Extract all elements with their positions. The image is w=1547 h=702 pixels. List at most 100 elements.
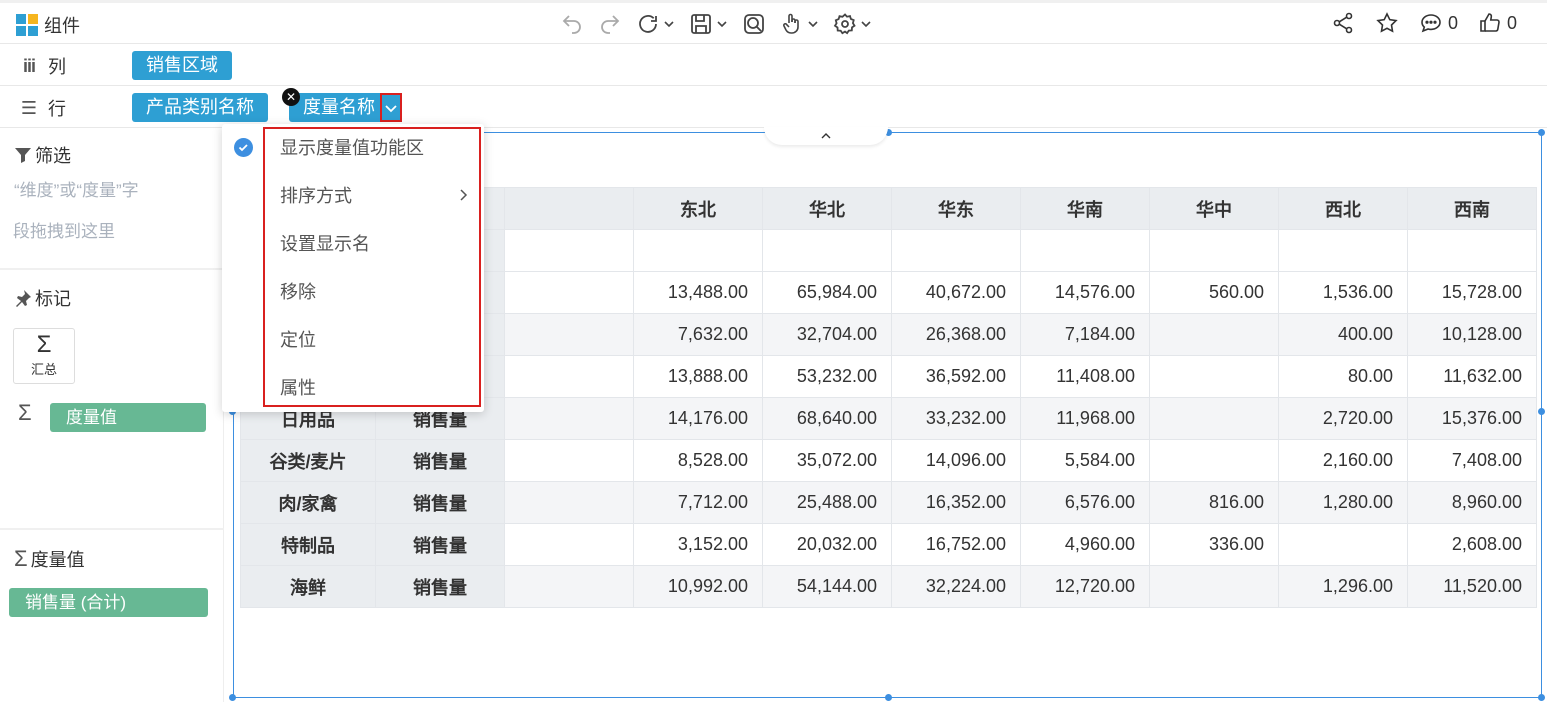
resize-handle[interactable] [1538, 129, 1545, 136]
interaction-button[interactable] [780, 10, 819, 38]
row-header-measure: 销售量 [375, 439, 505, 482]
column-header-region: 东北 [633, 187, 763, 230]
value-cell: 13,488.00 [633, 271, 763, 314]
value-cell: 15,376.00 [1407, 397, 1537, 440]
measure-pill-sales-sum[interactable]: 销售量 (合计) [9, 588, 208, 617]
favorite-button[interactable] [1375, 11, 1399, 35]
refresh-button[interactable] [636, 10, 675, 38]
blank-cell [504, 355, 634, 398]
value-cell: 35,072.00 [762, 439, 892, 482]
column-header-region: 华南 [1020, 187, 1150, 230]
comment-button[interactable]: 0 [1419, 11, 1458, 35]
value-cell: 65,984.00 [762, 271, 892, 314]
marks-section-title: 标记 [14, 285, 71, 311]
blank-cell [504, 523, 634, 566]
like-count: 0 [1506, 12, 1517, 33]
menu-item-show-measure-area[interactable]: 显示度量值功能区 [222, 124, 484, 172]
columns-shelf-label: iii 列 [18, 53, 66, 79]
value-cell: 7,632.00 [633, 313, 763, 356]
value-cell: 400.00 [1278, 313, 1408, 356]
value-cell: 8,528.00 [633, 439, 763, 482]
toolbar [560, 10, 872, 38]
blank-cell [504, 481, 634, 524]
value-cell: 5,584.00 [1020, 439, 1150, 482]
menu-item-remove[interactable]: 移除 [222, 268, 484, 316]
chevron-down-icon [664, 21, 674, 28]
divider [0, 268, 224, 270]
comment-count: 0 [1447, 12, 1458, 33]
value-cell: 14,576.00 [1020, 271, 1150, 314]
top-bar: 组件 0 0 [0, 0, 1547, 44]
value-cell: 2,160.00 [1278, 439, 1408, 482]
app-title: 组件 [16, 12, 80, 38]
value-cell: 33,232.00 [891, 397, 1021, 440]
collapse-toolbar-button[interactable] [764, 127, 888, 145]
row-pill-product-category[interactable]: 产品类别名称 [132, 93, 268, 122]
blank-cell [504, 313, 634, 356]
column-header-region: 西南 [1407, 187, 1537, 230]
menu-item-properties[interactable]: 属性 [222, 364, 484, 412]
preview-icon[interactable] [742, 10, 766, 38]
sigma-icon: Σ [36, 331, 52, 358]
gear-icon [833, 13, 856, 35]
empty-cell [1278, 229, 1408, 272]
filter-section-title: 筛选 [14, 142, 71, 168]
resize-handle[interactable] [1538, 694, 1545, 701]
remove-pill-close-icon[interactable]: ✕ [282, 88, 300, 106]
value-cell: 1,296.00 [1278, 565, 1408, 608]
value-cell: 1,536.00 [1278, 271, 1408, 314]
value-cell: 54,144.00 [762, 565, 892, 608]
value-cell: 11,520.00 [1407, 565, 1537, 608]
value-cell: 11,968.00 [1020, 397, 1150, 440]
resize-handle[interactable] [885, 694, 892, 701]
share-button[interactable] [1331, 11, 1355, 35]
value-cell: 7,408.00 [1407, 439, 1537, 482]
redo-icon[interactable] [598, 10, 622, 38]
menu-item-set-display-name[interactable]: 设置显示名 [222, 220, 484, 268]
rows-shelf-label: ☰ 行 [18, 95, 66, 121]
save-icon [691, 14, 711, 34]
value-cell: 15,728.00 [1407, 271, 1537, 314]
divider [0, 528, 224, 530]
value-cell: 7,184.00 [1020, 313, 1150, 356]
blank-cell [504, 397, 634, 440]
empty-cell [891, 229, 1021, 272]
resize-handle[interactable] [1538, 408, 1545, 415]
menu-item-sort[interactable]: 排序方式 [222, 172, 484, 220]
blank-cell [504, 565, 634, 608]
save-button[interactable] [689, 10, 728, 38]
table-row[interactable]: 谷类/麦片 销售量 8,528.00 35,072.00 14,096.00 5,584.… [240, 439, 1537, 482]
resize-handle[interactable] [229, 694, 236, 701]
value-cell: 3,152.00 [633, 523, 763, 566]
chevron-down-icon [385, 105, 397, 113]
marks-measure-values-pill[interactable]: 度量值 [50, 403, 206, 432]
empty-cell [1020, 229, 1150, 272]
table-row[interactable]: 肉/家禽 销售量 7,712.00 25,488.00 16,352.00 6,576.0… [240, 481, 1537, 524]
blank-cell [504, 439, 634, 482]
row-header-category: 肉/家禽 [240, 481, 376, 524]
row-header-category: 特制品 [240, 523, 376, 566]
settings-button[interactable] [833, 10, 872, 38]
value-cell: 2,608.00 [1407, 523, 1537, 566]
chevron-down-icon [808, 21, 818, 28]
like-button[interactable]: 0 [1478, 11, 1517, 35]
table-row[interactable]: 特制品 销售量 3,152.00 20,032.00 16,752.00 4,960.00… [240, 523, 1537, 566]
filter-icon [15, 148, 31, 163]
value-cell: 2,720.00 [1278, 397, 1408, 440]
value-cell: 4,960.00 [1020, 523, 1150, 566]
row-header-measure: 销售量 [375, 523, 505, 566]
value-cell: 7,712.00 [633, 481, 763, 524]
summary-mark-button[interactable]: Σ 汇总 [13, 328, 75, 384]
column-pill-sales-region[interactable]: 销售区域 [132, 51, 232, 80]
table-row[interactable]: 海鲜 销售量 10,992.00 54,144.00 32,224.00 12,720.0… [240, 565, 1537, 608]
empty-cell [633, 229, 763, 272]
star-icon [1376, 12, 1398, 33]
pill-dropdown-button[interactable] [380, 93, 402, 122]
value-cell [1149, 439, 1279, 482]
menu-item-locate[interactable]: 定位 [222, 316, 484, 364]
value-cell: 10,128.00 [1407, 313, 1537, 356]
undo-icon[interactable] [560, 10, 584, 38]
value-cell: 26,368.00 [891, 313, 1021, 356]
summary-label: 汇总 [30, 362, 57, 377]
value-cell [1149, 565, 1279, 608]
